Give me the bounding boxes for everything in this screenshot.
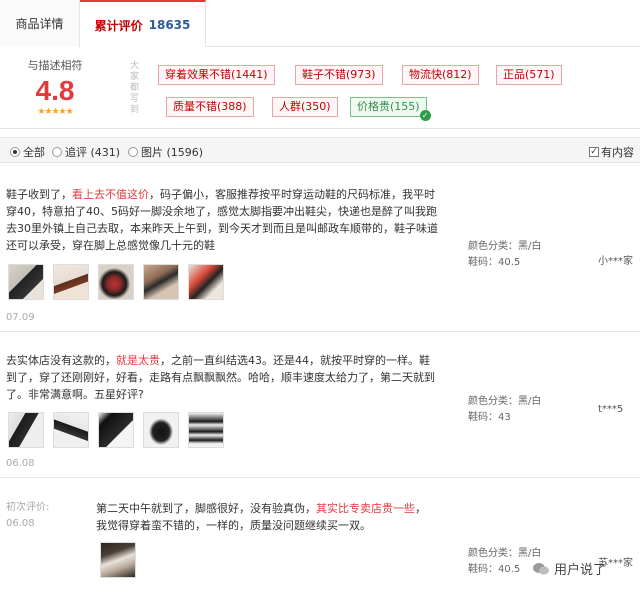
star-rating: ★★★★★ bbox=[37, 107, 73, 117]
tag-fast-shipping[interactable]: 物流快(812) bbox=[402, 65, 479, 85]
review-photo[interactable] bbox=[53, 412, 89, 448]
review-text-part: 去实体店没有这款的， bbox=[6, 354, 116, 367]
check-icon: ✓ bbox=[419, 110, 431, 121]
has-content-checkbox[interactable]: ✓ 有内容 bbox=[589, 144, 634, 160]
reviewer-name: 小***家 bbox=[598, 256, 633, 267]
review-size: 鞋码：40.5 bbox=[468, 564, 521, 575]
review-highlight: 就是太贵 bbox=[116, 354, 160, 367]
review-sku: 颜色分类：黑/白 鞋码：40.5 bbox=[468, 239, 541, 271]
review-item: 初次评价: 06.08 第二天中午就到了，脚感很好，没有验真伪，其实比专卖店贵一… bbox=[0, 482, 640, 596]
review-color: 颜色分类：黑/白 bbox=[468, 396, 542, 407]
tag-quality-label: 质量不错(388) bbox=[173, 100, 247, 113]
filter-followup-label: 追评 (431) bbox=[65, 146, 121, 159]
review-date: 06.08 bbox=[6, 518, 35, 529]
review-highlight: 看上去不值这价 bbox=[72, 188, 149, 201]
review-photo[interactable] bbox=[143, 264, 179, 300]
review-sku: 颜色分类：黑/白 鞋码：40.5 bbox=[468, 546, 541, 578]
tag-fit[interactable]: 穿着效果不错(1441) bbox=[158, 65, 275, 85]
review-photo[interactable] bbox=[53, 264, 89, 300]
checkbox-checked-icon: ✓ bbox=[589, 147, 599, 157]
wechat-icon bbox=[533, 562, 549, 574]
tag-crowd-label: 人群(350) bbox=[279, 100, 331, 113]
review-photo[interactable] bbox=[188, 412, 224, 448]
score-box: 与描述相符 4.8 ★★★★★ bbox=[10, 57, 100, 117]
filter-images-radio[interactable]: 图片 (1596) bbox=[128, 144, 203, 160]
score-label: 与描述相符 bbox=[27, 59, 83, 72]
review-text: 去实体店没有这款的，就是太贵，之前一直纠结选43。还是44，就按平时穿的一样。鞋… bbox=[6, 352, 438, 403]
radio-icon bbox=[52, 147, 62, 157]
review-count: 18635 bbox=[148, 18, 191, 32]
tag-genuine[interactable]: 正品(571) bbox=[496, 65, 562, 85]
impression-label: 大家都写到 bbox=[130, 61, 140, 115]
reviewer-name: t***5 bbox=[598, 404, 624, 415]
review-photo[interactable] bbox=[188, 264, 224, 300]
tab-product-detail[interactable]: 商品详情 bbox=[0, 0, 80, 47]
review-text: 鞋子收到了，看上去不值这价，码子偏小，客服推荐按平时穿运动鞋的尺码标准，我平时穿… bbox=[6, 186, 438, 254]
review-color: 颜色分类：黑/白 bbox=[468, 241, 542, 252]
review-text-part: 第二天中午就到了，脚感很好，没有验真伪， bbox=[96, 502, 316, 515]
tab-reviews-label: 累计评价 bbox=[94, 18, 143, 33]
review-photo[interactable] bbox=[98, 412, 134, 448]
score-value: 4.8 bbox=[35, 75, 75, 106]
watermark: 用户说了 bbox=[532, 559, 606, 578]
review-item: 鞋子收到了，看上去不值这价，码子偏小，客服推荐按平时穿运动鞋的尺码标准，我平时穿… bbox=[0, 164, 640, 332]
tab-bar: 商品详情 累计评价 18635 bbox=[0, 0, 640, 48]
tab-reviews[interactable]: 累计评价 18635 bbox=[80, 0, 206, 48]
filter-all-radio[interactable]: 全部 bbox=[10, 144, 45, 160]
tag-genuine-label: 正品(571) bbox=[503, 68, 555, 81]
review-text-part: 鞋子收到了， bbox=[6, 188, 72, 201]
review-photos bbox=[8, 264, 224, 300]
filter-followup-radio[interactable]: 追评 (431) bbox=[52, 144, 120, 160]
watermark-text: 用户说了 bbox=[554, 563, 607, 578]
radio-icon bbox=[128, 147, 138, 157]
review-photo[interactable] bbox=[100, 542, 136, 578]
tag-shoes-good-label: 鞋子不错(973) bbox=[302, 68, 376, 81]
review-photo[interactable] bbox=[143, 412, 179, 448]
tag-shoes-good[interactable]: 鞋子不错(973) bbox=[295, 65, 383, 85]
review-photo[interactable] bbox=[8, 412, 44, 448]
review-photos bbox=[100, 542, 136, 578]
filter-all-label: 全部 bbox=[23, 146, 45, 159]
review-color: 颜色分类：黑/白 bbox=[468, 548, 542, 559]
review-size: 鞋码：40.5 bbox=[468, 257, 521, 268]
review-text: 第二天中午就到了，脚感很好，没有验真伪，其实比专卖店贵一些，我觉得穿着蛮不错的，… bbox=[96, 500, 436, 534]
filter-bar: 全部 追评 (431) 图片 (1596) ✓ 有内容 bbox=[0, 137, 640, 163]
tag-expensive-label: 价格贵(155) bbox=[357, 100, 420, 113]
tag-crowd[interactable]: 人群(350) bbox=[272, 97, 338, 117]
review-highlight: 其实比专卖店贵一些 bbox=[316, 502, 415, 515]
rating-summary: 与描述相符 4.8 ★★★★★ 大家都写到 穿着效果不错(1441) 鞋子不错(… bbox=[0, 47, 640, 129]
tag-fast-shipping-label: 物流快(812) bbox=[409, 68, 472, 81]
review-photos bbox=[8, 412, 224, 448]
review-item: 去实体店没有这款的，就是太贵，之前一直纠结选43。还是44，就按平时穿的一样。鞋… bbox=[0, 336, 640, 478]
first-review-label: 初次评价: bbox=[6, 502, 50, 513]
radio-selected-icon bbox=[10, 147, 20, 157]
review-date: 07.09 bbox=[6, 312, 35, 323]
tag-fit-label: 穿着效果不错(1441) bbox=[165, 68, 268, 81]
tab-product-detail-label: 商品详情 bbox=[15, 17, 64, 31]
review-size: 鞋码：43 bbox=[468, 412, 511, 423]
has-content-label: 有内容 bbox=[601, 146, 634, 159]
review-date: 06.08 bbox=[6, 458, 35, 469]
review-photo[interactable] bbox=[8, 264, 44, 300]
tag-expensive[interactable]: 价格贵(155) ✓ bbox=[350, 97, 431, 121]
filter-images-label: 图片 (1596) bbox=[141, 146, 204, 159]
tag-quality[interactable]: 质量不错(388) bbox=[166, 97, 254, 117]
review-sku: 颜色分类：黑/白 鞋码：43 bbox=[468, 394, 541, 426]
review-photo[interactable] bbox=[98, 264, 134, 300]
